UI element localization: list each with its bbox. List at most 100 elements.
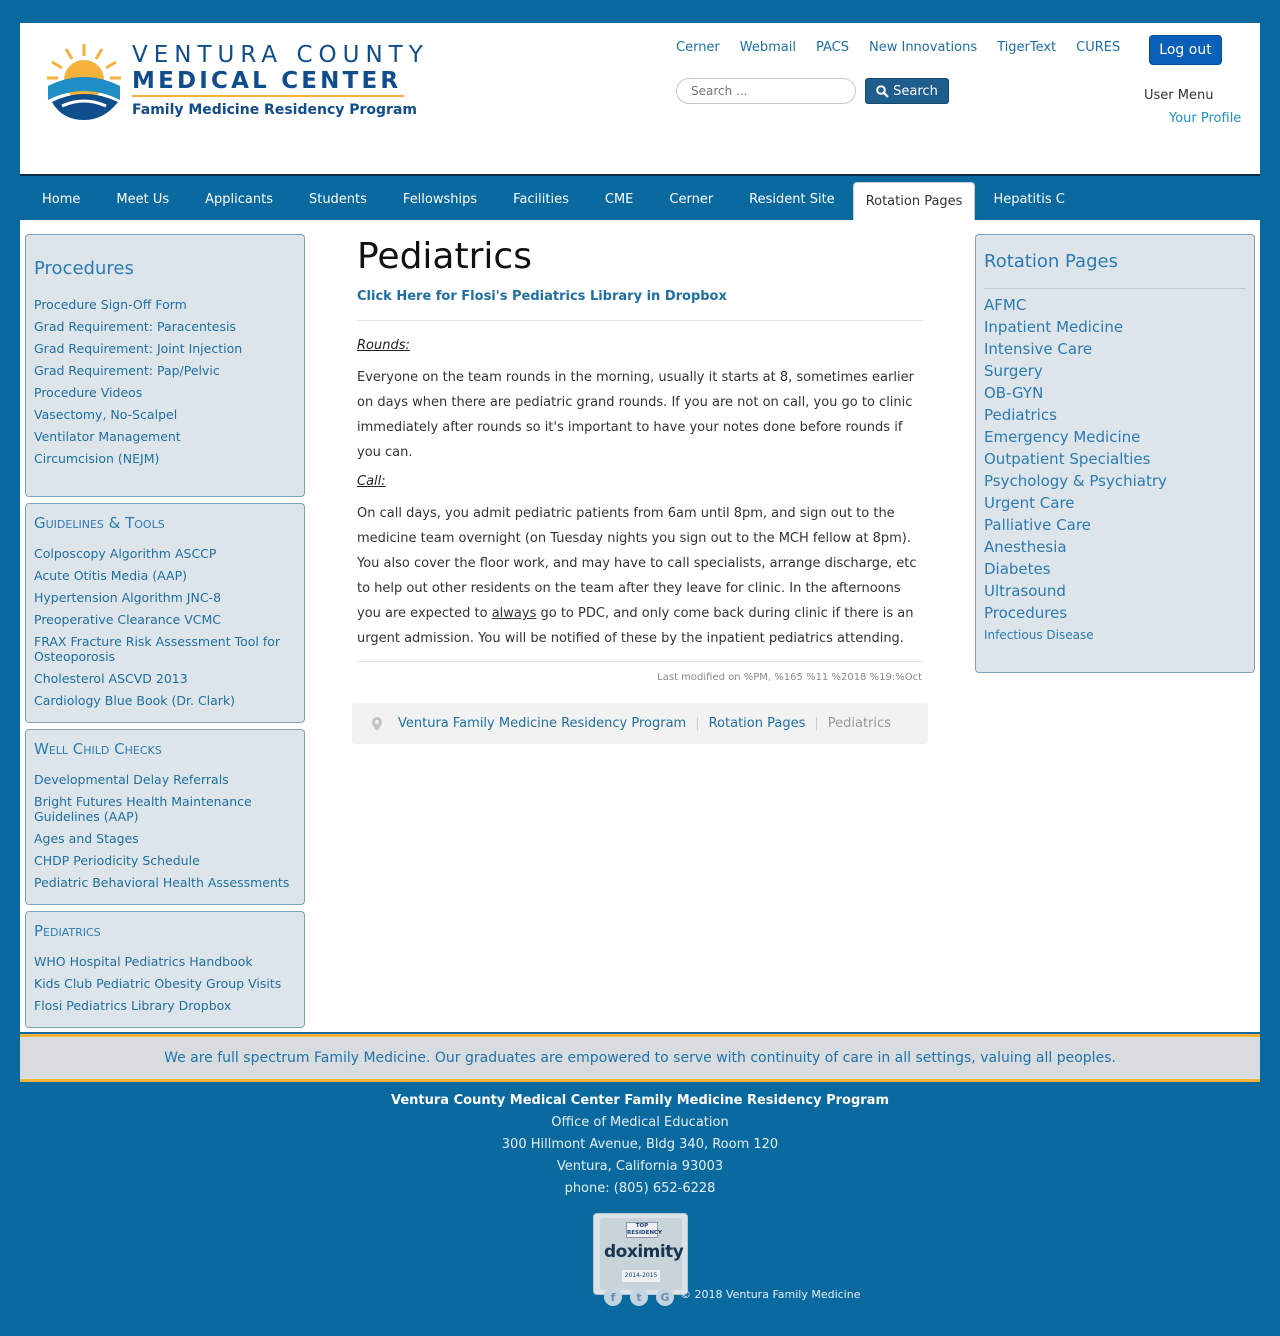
- list-item: Procedure Videos: [34, 385, 242, 407]
- top-link-cerner[interactable]: Cerner: [676, 40, 720, 55]
- list-item: Hypertension Algorithm JNC-8: [34, 590, 296, 612]
- list-item: Cardiology Blue Book (Dr. Clark): [34, 693, 296, 715]
- well-child-link[interactable]: Ages and Stages: [34, 831, 139, 846]
- well-child-link[interactable]: Bright Futures Health Maintenance Guidel…: [34, 794, 252, 824]
- nav-item-rotation-pages[interactable]: Rotation Pages: [852, 182, 976, 220]
- nav-item-meet-us[interactable]: Meet Us: [98, 176, 187, 222]
- social-links: f t G: [604, 1288, 674, 1306]
- your-profile-link[interactable]: Your Profile: [1169, 111, 1241, 126]
- main-article: Pediatrics Click Here for Flosi's Pediat…: [357, 235, 923, 683]
- breadcrumb: Ventura Family Medicine Residency Progra…: [352, 703, 928, 744]
- logo-line-2: MEDICAL CENTER: [132, 68, 402, 94]
- rotation-link[interactable]: Intensive Care: [984, 340, 1092, 358]
- site-logo[interactable]: VENTURA COUNTY MEDICAL CENTER Family Med…: [44, 40, 423, 122]
- pediatrics-box-title: Pediatrics: [34, 922, 101, 940]
- copyright: © 2018 Ventura Family Medicine: [680, 1288, 861, 1301]
- pediatrics-resource-link[interactable]: Flosi Pediatrics Library Dropbox: [34, 998, 231, 1013]
- footer-program-name: Ventura County Medical Center Family Med…: [391, 1093, 889, 1108]
- procedure-link[interactable]: Procedure Videos: [34, 385, 142, 400]
- guideline-link[interactable]: Hypertension Algorithm JNC-8: [34, 590, 221, 605]
- logo-line-3: Family Medicine Residency Program: [132, 102, 417, 118]
- google-plus-icon[interactable]: G: [656, 1288, 674, 1306]
- list-item: Ultrasound: [984, 580, 1167, 602]
- procedure-link[interactable]: Grad Requirement: Pap/Pelvic: [34, 363, 220, 378]
- breadcrumb-current: Pediatrics: [827, 716, 891, 731]
- main-nav: Home Meet Us Applicants Students Fellows…: [20, 174, 1260, 220]
- guideline-link[interactable]: Cholesterol ASCVD 2013: [34, 671, 188, 686]
- page-container: VENTURA COUNTY MEDICAL CENTER Family Med…: [20, 23, 1260, 1032]
- nav-item-home[interactable]: Home: [24, 176, 98, 222]
- breadcrumb-home-link[interactable]: Ventura Family Medicine Residency Progra…: [398, 716, 686, 731]
- rotation-link[interactable]: Infectious Disease: [984, 628, 1094, 642]
- procedure-link[interactable]: Circumcision (NEJM): [34, 451, 159, 466]
- logout-button[interactable]: Log out: [1149, 35, 1222, 65]
- procedure-link[interactable]: Procedure Sign-Off Form: [34, 297, 187, 312]
- twitter-icon[interactable]: t: [630, 1288, 648, 1306]
- search-button[interactable]: Search: [865, 78, 949, 104]
- top-link-webmail[interactable]: Webmail: [740, 40, 796, 55]
- guideline-link[interactable]: Acute Otitis Media (AAP): [34, 568, 187, 583]
- nav-item-students[interactable]: Students: [291, 176, 385, 222]
- rotation-link[interactable]: Psychology & Psychiatry: [984, 472, 1167, 490]
- nav-item-applicants[interactable]: Applicants: [187, 176, 291, 222]
- facebook-icon[interactable]: f: [604, 1288, 622, 1306]
- well-child-link[interactable]: Pediatric Behavioral Health Assessments: [34, 875, 289, 890]
- rounds-text: Everyone on the team rounds in the morni…: [357, 370, 914, 460]
- pediatrics-resource-link[interactable]: Kids Club Pediatric Obesity Group Visits: [34, 976, 281, 991]
- search-button-label: Search: [893, 83, 938, 99]
- doximity-badge-name: doximity: [604, 1242, 684, 1262]
- nav-item-resident-site[interactable]: Resident Site: [731, 176, 853, 222]
- rotation-link[interactable]: Surgery: [984, 362, 1043, 380]
- list-item: Ages and Stages: [34, 831, 296, 853]
- nav-item-cerner[interactable]: Cerner: [651, 176, 731, 222]
- nav-item-fellowships[interactable]: Fellowships: [385, 176, 495, 222]
- top-link-pacs[interactable]: PACS: [816, 40, 849, 55]
- guidelines-box: Guidelines & Tools Colposcopy Algorithm …: [25, 503, 305, 723]
- guideline-link[interactable]: Preoperative Clearance VCMC: [34, 612, 221, 627]
- guideline-link[interactable]: Cardiology Blue Book (Dr. Clark): [34, 693, 235, 708]
- procedures-box: Procedures Procedure Sign-Off Form Grad …: [25, 234, 305, 497]
- rotation-link[interactable]: Pediatrics: [984, 406, 1057, 424]
- nav-item-facilities[interactable]: Facilities: [495, 176, 587, 222]
- rotation-link[interactable]: Procedures: [984, 604, 1067, 622]
- well-child-link[interactable]: Developmental Delay Referrals: [34, 772, 229, 787]
- pediatrics-resource-link[interactable]: WHO Hospital Pediatrics Handbook: [34, 954, 253, 969]
- divider: [357, 661, 923, 662]
- doximity-badge-years: 2014-2015: [622, 1270, 660, 1282]
- rotation-link[interactable]: Diabetes: [984, 560, 1051, 578]
- list-item: Ventilator Management: [34, 429, 242, 451]
- procedure-link[interactable]: Vasectomy, No-Scalpel: [34, 407, 177, 422]
- rounds-label: Rounds:: [357, 338, 410, 353]
- rotation-link[interactable]: OB-GYN: [984, 384, 1043, 402]
- rotation-link[interactable]: Palliative Care: [984, 516, 1091, 534]
- well-child-link[interactable]: CHDP Periodicity Schedule: [34, 853, 200, 868]
- guideline-link[interactable]: Colposcopy Algorithm ASCCP: [34, 546, 216, 561]
- rotation-link[interactable]: Ultrasound: [984, 582, 1066, 600]
- nav-item-hepatitis-c[interactable]: Hepatitis C: [975, 176, 1082, 222]
- dropbox-library-link[interactable]: Click Here for Flosi's Pediatrics Librar…: [357, 289, 923, 304]
- procedure-link[interactable]: Grad Requirement: Joint Injection: [34, 341, 242, 356]
- well-child-title: Well Child Checks: [34, 740, 162, 758]
- top-link-new-innovations[interactable]: New Innovations: [869, 40, 977, 55]
- procedure-link[interactable]: Grad Requirement: Paracentesis: [34, 319, 236, 334]
- guideline-link[interactable]: FRAX Fracture Risk Assessment Tool for O…: [34, 634, 280, 664]
- rotation-link[interactable]: Emergency Medicine: [984, 428, 1140, 446]
- rotation-link[interactable]: AFMC: [984, 296, 1026, 314]
- top-link-tigertext[interactable]: TigerText: [997, 40, 1056, 55]
- rotation-link[interactable]: Urgent Care: [984, 494, 1075, 512]
- rotation-link[interactable]: Outpatient Specialties: [984, 450, 1150, 468]
- doximity-badge[interactable]: TOP RESIDENCY doximity 2014-2015: [593, 1213, 688, 1295]
- list-item: OB-GYN: [984, 382, 1167, 404]
- list-item: Outpatient Specialties: [984, 448, 1167, 470]
- procedure-link[interactable]: Ventilator Management: [34, 429, 181, 444]
- call-text-emphasis: always: [491, 606, 537, 621]
- call-text-part-1: On call days, you admit pediatric patien…: [357, 506, 917, 621]
- rotation-link[interactable]: Anesthesia: [984, 538, 1067, 556]
- search-input[interactable]: [676, 78, 856, 104]
- list-item: Grad Requirement: Pap/Pelvic: [34, 363, 242, 385]
- rotation-link[interactable]: Inpatient Medicine: [984, 318, 1123, 336]
- breadcrumb-rotation-pages-link[interactable]: Rotation Pages: [709, 716, 806, 731]
- nav-item-cme[interactable]: CME: [587, 176, 652, 222]
- top-link-cures[interactable]: CURES: [1076, 40, 1120, 55]
- doximity-badge-top: TOP RESIDENCY: [626, 1222, 662, 1238]
